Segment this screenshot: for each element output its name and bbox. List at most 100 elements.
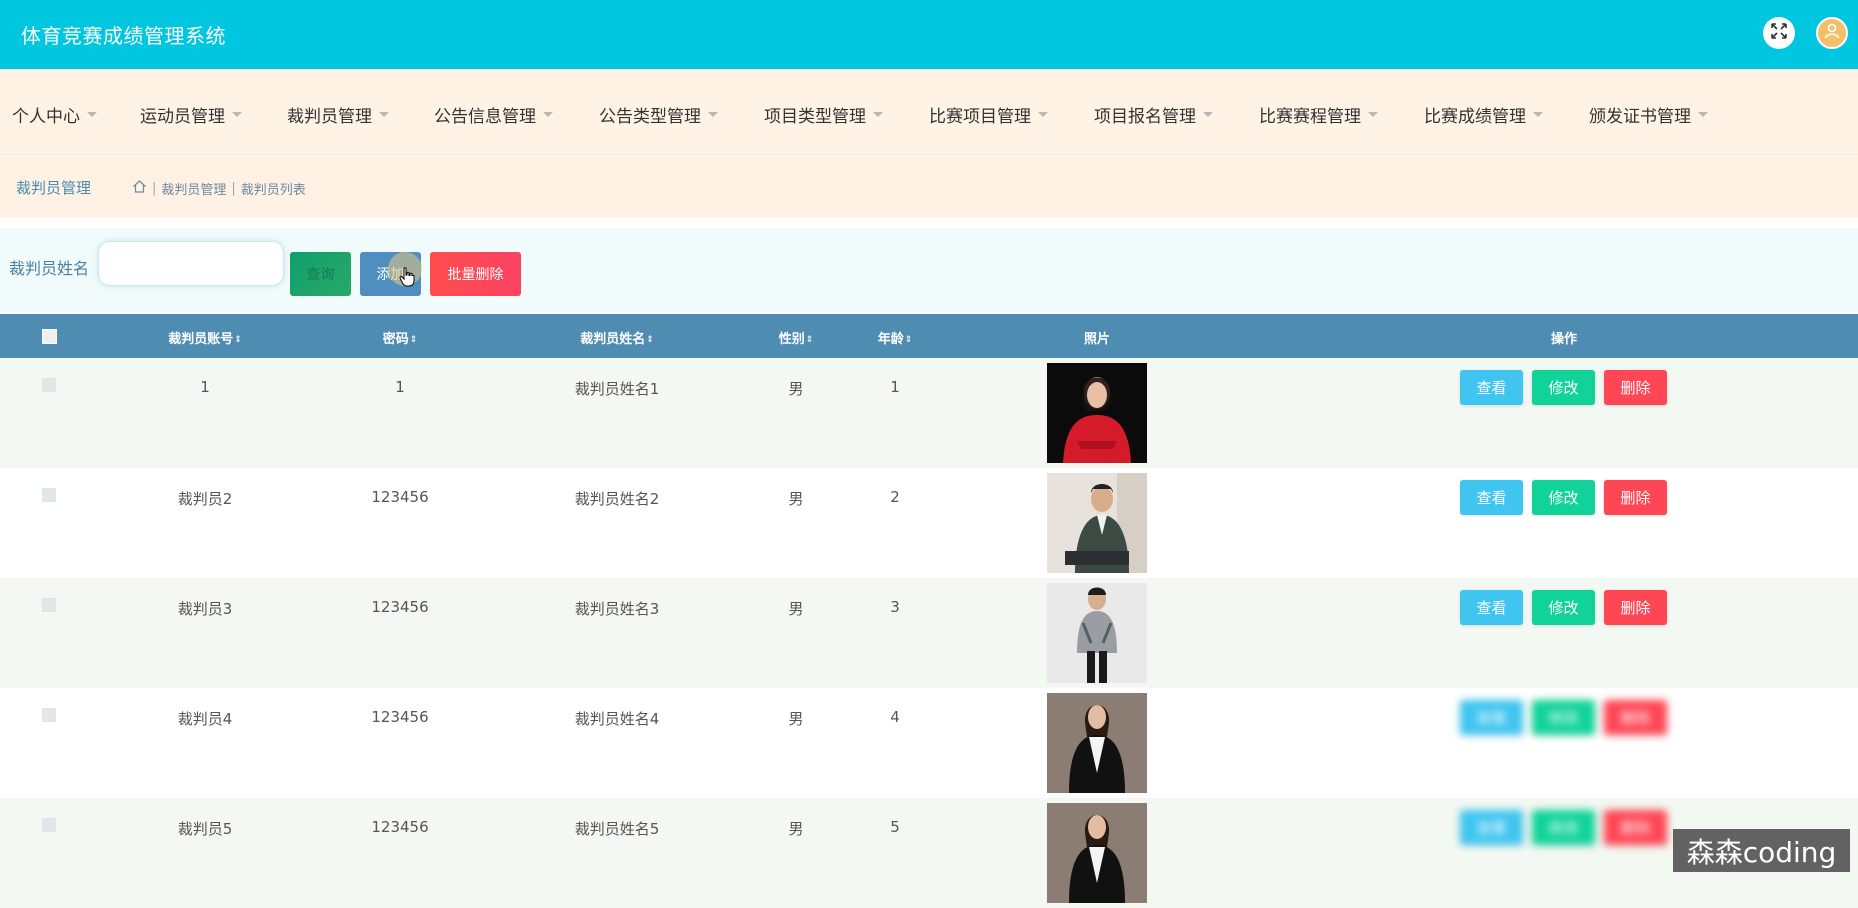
referee-photo[interactable] — [1047, 363, 1147, 463]
caret-down-icon — [1533, 112, 1543, 117]
delete-button[interactable]: 删除 — [1604, 700, 1667, 735]
table-row: 裁判员4 123456 裁判员姓名4 男 4 查看 修改 删除 — [0, 688, 1858, 798]
view-button[interactable]: 查看 — [1460, 480, 1523, 515]
breadcrumb-separator: | — [152, 181, 157, 196]
delete-button[interactable]: 删除 — [1604, 810, 1667, 845]
cell-name: 裁判员姓名3 — [574, 600, 660, 618]
view-button[interactable]: 查看 — [1460, 590, 1523, 625]
sort-icon[interactable]: ⇕ — [410, 335, 418, 345]
cell-password: 1 — [395, 378, 405, 396]
column-header-label: 性别 — [778, 332, 805, 347]
row-checkbox[interactable] — [42, 598, 56, 612]
cell-name: 裁判员姓名4 — [574, 710, 660, 728]
menu-label: 个人中心 — [12, 107, 80, 127]
query-button[interactable]: 查询 — [290, 252, 351, 296]
caret-down-icon — [543, 112, 553, 117]
menu-referee-management[interactable]: 裁判员管理 — [287, 102, 389, 127]
fullscreen-button[interactable] — [1763, 17, 1795, 49]
menu-registration-management[interactable]: 项目报名管理 — [1094, 102, 1213, 127]
cell-account: 裁判员2 — [177, 490, 233, 508]
cell-name: 裁判员姓名5 — [574, 820, 660, 838]
breadcrumb-item[interactable]: 裁判员管理 — [161, 179, 226, 198]
cell-age: 3 — [890, 598, 900, 616]
breadcrumb: | 裁判员管理 | 裁判员列表 — [132, 179, 306, 198]
menu-label: 项目类型管理 — [764, 107, 866, 127]
referee-photo[interactable] — [1047, 583, 1147, 683]
sort-icon[interactable]: ⇕ — [905, 335, 913, 345]
cell-gender: 男 — [788, 380, 804, 398]
menu-label: 比赛项目管理 — [929, 107, 1031, 127]
table-header: 裁判员账号⇕ 密码⇕ 裁判员姓名⇕ 性别⇕ 年龄⇕ 照片 操作 — [0, 314, 1858, 358]
select-all-checkbox[interactable] — [42, 329, 57, 344]
menu-notice-type-management[interactable]: 公告类型管理 — [599, 102, 718, 127]
cell-age: 4 — [890, 708, 900, 726]
cell-account: 裁判员5 — [177, 820, 233, 838]
table-row: 裁判员3 123456 裁判员姓名3 男 3 查看 修改 删除 — [0, 578, 1858, 688]
watermark: 森森coding — [1673, 829, 1850, 872]
main-menu: 个人中心 运动员管理 裁判员管理 公告信息管理 公告类型管理 项目类型管理 比赛… — [0, 69, 1858, 155]
home-icon[interactable] — [132, 179, 147, 198]
view-button[interactable]: 查看 — [1460, 370, 1523, 405]
table-row: 裁判员2 123456 裁判员姓名2 男 2 查看 修改 删除 — [0, 468, 1858, 578]
page-title: 裁判员管理 — [16, 179, 92, 197]
caret-down-icon — [232, 112, 242, 117]
view-button[interactable]: 查看 — [1460, 810, 1523, 845]
caret-down-icon — [1368, 112, 1378, 117]
menu-certificate-management[interactable]: 颁发证书管理 — [1589, 102, 1708, 127]
column-header-name[interactable]: 裁判员姓名⇕ — [580, 328, 654, 347]
referee-photo[interactable] — [1047, 803, 1147, 903]
referee-name-label: 裁判员姓名 — [9, 259, 90, 278]
edit-button[interactable]: 修改 — [1532, 700, 1595, 735]
column-header-age[interactable]: 年龄⇕ — [878, 328, 913, 347]
menu-competition-item-management[interactable]: 比赛项目管理 — [929, 102, 1048, 127]
delete-button[interactable]: 删除 — [1604, 370, 1667, 405]
row-checkbox[interactable] — [42, 818, 56, 832]
menu-score-management[interactable]: 比赛成绩管理 — [1424, 102, 1543, 127]
delete-button[interactable]: 删除 — [1604, 480, 1667, 515]
row-checkbox[interactable] — [42, 488, 56, 502]
column-header-password[interactable]: 密码⇕ — [383, 328, 418, 347]
menu-label: 公告类型管理 — [599, 107, 701, 127]
menu-label: 颁发证书管理 — [1589, 107, 1691, 127]
cell-age: 5 — [890, 818, 900, 836]
sort-icon[interactable]: ⇕ — [806, 335, 814, 345]
row-checkbox[interactable] — [42, 378, 56, 392]
sort-icon[interactable]: ⇕ — [234, 335, 242, 345]
search-panel: 裁判员姓名 查询 添加 批量删除 — [0, 228, 1858, 312]
app-title: 体育竞赛成绩管理系统 — [21, 24, 226, 48]
batch-delete-button[interactable]: 批量删除 — [430, 252, 521, 296]
menu-personal-center[interactable]: 个人中心 — [12, 102, 97, 127]
edit-button[interactable]: 修改 — [1532, 480, 1595, 515]
view-button[interactable]: 查看 — [1460, 700, 1523, 735]
referee-photo[interactable] — [1047, 693, 1147, 793]
menu-athlete-management[interactable]: 运动员管理 — [140, 102, 242, 127]
column-header-account[interactable]: 裁判员账号⇕ — [168, 328, 242, 347]
edit-button[interactable]: 修改 — [1532, 810, 1595, 845]
caret-down-icon — [708, 112, 718, 117]
column-header-gender[interactable]: 性别⇕ — [779, 328, 814, 347]
referee-photo[interactable] — [1047, 473, 1147, 573]
caret-down-icon — [87, 112, 97, 117]
cell-account: 裁判员4 — [177, 710, 233, 728]
cell-password: 123456 — [371, 818, 429, 836]
column-header-actions: 操作 — [1550, 332, 1578, 347]
menu-label: 公告信息管理 — [434, 107, 536, 127]
hand-cursor-icon — [399, 267, 415, 291]
menu-notice-management[interactable]: 公告信息管理 — [434, 102, 553, 127]
menu-item-type-management[interactable]: 项目类型管理 — [764, 102, 883, 127]
sort-icon[interactable]: ⇕ — [646, 335, 654, 345]
breadcrumb-bar: 裁判员管理 | 裁判员管理 | 裁判员列表 — [0, 156, 1858, 218]
delete-button[interactable]: 删除 — [1604, 590, 1667, 625]
edit-button[interactable]: 修改 — [1532, 590, 1595, 625]
cell-password: 123456 — [371, 708, 429, 726]
cell-age: 2 — [890, 488, 900, 506]
column-header-label: 裁判员账号 — [168, 332, 234, 347]
referee-name-input[interactable] — [98, 241, 284, 286]
cell-gender: 男 — [788, 490, 804, 508]
row-checkbox[interactable] — [42, 708, 56, 722]
menu-schedule-management[interactable]: 比赛赛程管理 — [1259, 102, 1378, 127]
cell-account: 裁判员3 — [177, 600, 233, 618]
edit-button[interactable]: 修改 — [1532, 370, 1595, 405]
user-avatar-button[interactable] — [1816, 17, 1848, 49]
column-header-label: 密码 — [382, 332, 409, 347]
